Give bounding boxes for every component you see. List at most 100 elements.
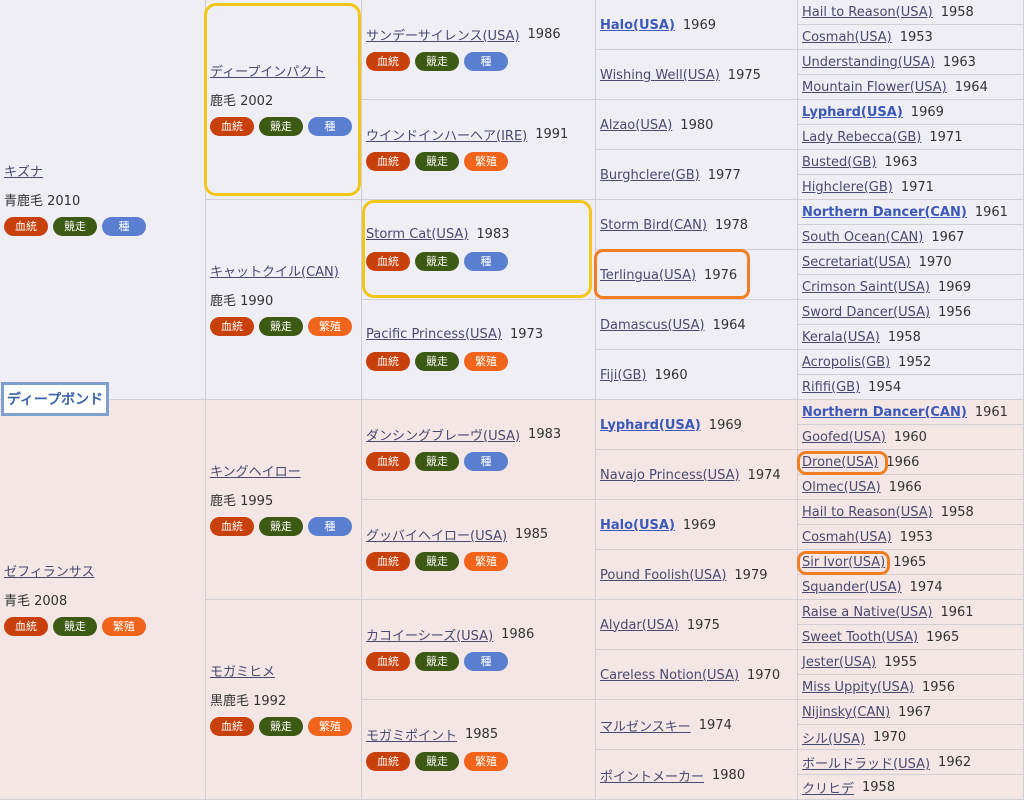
- horse-name-link[interactable]: Sword Dancer(USA): [802, 305, 930, 320]
- race-badge[interactable]: 競走: [53, 616, 97, 636]
- info-row: 青鹿毛 2010: [0, 188, 205, 210]
- horse-name-link[interactable]: Lady Rebecca(GB): [802, 130, 921, 145]
- horse-name-link[interactable]: Squander(USA): [802, 580, 902, 595]
- blood-badge[interactable]: 血統: [366, 151, 410, 171]
- horse-name-link[interactable]: Highclere(GB): [802, 180, 893, 195]
- horse-name-link[interactable]: Halo(USA): [600, 518, 675, 533]
- horse-name-link[interactable]: ゼフィランサス: [4, 561, 94, 580]
- horse-name-link[interactable]: Alydar(USA): [600, 618, 679, 633]
- horse-name-link[interactable]: Lyphard(USA): [802, 105, 903, 120]
- horse-name-link[interactable]: South Ocean(CAN): [802, 230, 923, 245]
- blood-badge[interactable]: 血統: [210, 516, 254, 536]
- horse-name-link[interactable]: Busted(GB): [802, 155, 876, 170]
- horse-name-link[interactable]: ウインドインハーヘア(IRE): [366, 125, 527, 144]
- horse-name-link[interactable]: Halo(USA): [600, 18, 675, 33]
- horse-name-link[interactable]: Wishing Well(USA): [600, 68, 720, 83]
- horse-name-link[interactable]: モガミヒメ: [210, 661, 275, 680]
- breed-badge[interactable]: 繁殖: [102, 616, 146, 636]
- horse-name-link[interactable]: キズナ: [4, 161, 43, 180]
- horse-name-link[interactable]: カコイーシーズ(USA): [366, 625, 493, 644]
- horse-name-link[interactable]: クリヒデ: [802, 778, 854, 797]
- horse-name-link[interactable]: Lyphard(USA): [600, 418, 701, 433]
- race-badge[interactable]: 競走: [415, 751, 459, 771]
- highlight-box-orange: [594, 249, 750, 299]
- blood-badge[interactable]: 血統: [210, 716, 254, 736]
- blood-badge[interactable]: 血統: [4, 616, 48, 636]
- blood-badge[interactable]: 血統: [210, 316, 254, 336]
- seed-badge[interactable]: 種: [308, 516, 352, 536]
- horse-name-link[interactable]: Storm Bird(CAN): [600, 218, 707, 233]
- gen5-cell: Mountain Flower(USA) 1964: [798, 75, 1024, 100]
- horse-name-link[interactable]: Olmec(USA): [802, 480, 881, 495]
- horse-name-link[interactable]: ダンシングブレーヴ(USA): [366, 425, 520, 444]
- horse-name-link[interactable]: Pacific Princess(USA): [366, 327, 502, 342]
- horse-name-link[interactable]: Nijinsky(CAN): [802, 705, 890, 720]
- horse-name-link[interactable]: Understanding(USA): [802, 55, 935, 70]
- blood-badge[interactable]: 血統: [4, 216, 48, 236]
- horse-name-link[interactable]: Careless Notion(USA): [600, 668, 739, 683]
- horse-name-link[interactable]: Hail to Reason(USA): [802, 505, 933, 520]
- blood-badge[interactable]: 血統: [366, 351, 410, 371]
- horse-name-link[interactable]: キャットクイル(CAN): [210, 261, 339, 280]
- breed-badge[interactable]: 繁殖: [308, 316, 352, 336]
- highlight-box-yellow: [204, 3, 361, 196]
- horse-name-link[interactable]: Miss Uppity(USA): [802, 680, 914, 695]
- horse-name-link[interactable]: グッバイヘイロー(USA): [366, 525, 507, 544]
- horse-name-link[interactable]: キングヘイロー: [210, 461, 301, 480]
- seed-badge[interactable]: 種: [102, 216, 146, 236]
- blood-badge[interactable]: 血統: [366, 651, 410, 671]
- seed-badge[interactable]: 種: [464, 451, 508, 471]
- race-badge[interactable]: 競走: [415, 51, 459, 71]
- breed-badge[interactable]: 繁殖: [464, 751, 508, 771]
- race-badge[interactable]: 競走: [415, 551, 459, 571]
- horse-name-link[interactable]: Secretariat(USA): [802, 255, 911, 270]
- horse-name-link[interactable]: Hail to Reason(USA): [802, 5, 933, 20]
- horse-name-link[interactable]: Raise a Native(USA): [802, 605, 932, 620]
- blood-badge[interactable]: 血統: [366, 51, 410, 71]
- horse-name-link[interactable]: シル(USA): [802, 728, 865, 747]
- race-badge[interactable]: 競走: [415, 351, 459, 371]
- race-badge[interactable]: 競走: [415, 651, 459, 671]
- horse-name-link[interactable]: ポイントメーカー: [600, 766, 704, 785]
- horse-name-link[interactable]: Alzao(USA): [600, 118, 672, 133]
- horse-name-link[interactable]: Navajo Princess(USA): [600, 468, 740, 483]
- horse-name-link[interactable]: Northern Dancer(CAN): [802, 405, 967, 420]
- horse-name-link[interactable]: モガミポイント: [366, 725, 457, 744]
- horse-name-link[interactable]: Pound Foolish(USA): [600, 568, 726, 583]
- name-row: Secretariat(USA) 1970: [798, 250, 1023, 275]
- horse-name-link[interactable]: Kerala(USA): [802, 330, 880, 345]
- horse-name-link[interactable]: Jester(USA): [802, 655, 876, 670]
- race-badge[interactable]: 競走: [415, 451, 459, 471]
- badge-group: 血統 競走 繁殖: [366, 151, 513, 171]
- breed-badge[interactable]: 繁殖: [464, 351, 508, 371]
- gen5-cell: ボールドラッド(USA) 1962: [798, 750, 1024, 775]
- race-badge[interactable]: 競走: [53, 216, 97, 236]
- horse-name-link[interactable]: Acropolis(GB): [802, 355, 890, 370]
- horse-name-link[interactable]: マルゼンスキー: [600, 716, 691, 735]
- horse-name-link[interactable]: Damascus(USA): [600, 318, 705, 333]
- breed-badge[interactable]: 繁殖: [308, 716, 352, 736]
- seed-badge[interactable]: 種: [464, 51, 508, 71]
- blood-badge[interactable]: 血統: [366, 451, 410, 471]
- horse-name-link[interactable]: Crimson Saint(USA): [802, 280, 930, 295]
- horse-name-link[interactable]: Cosmah(USA): [802, 30, 892, 45]
- horse-name-link[interactable]: Rififi(GB): [802, 380, 860, 395]
- blood-badge[interactable]: 血統: [366, 551, 410, 571]
- race-badge[interactable]: 競走: [259, 316, 303, 336]
- breed-badge[interactable]: 繁殖: [464, 151, 508, 171]
- horse-name-link[interactable]: Cosmah(USA): [802, 530, 892, 545]
- horse-name-link[interactable]: Northern Dancer(CAN): [802, 205, 967, 220]
- seed-badge[interactable]: 種: [464, 651, 508, 671]
- race-badge[interactable]: 競走: [259, 716, 303, 736]
- horse-name-link[interactable]: Mountain Flower(USA): [802, 80, 947, 95]
- race-badge[interactable]: 競走: [259, 516, 303, 536]
- race-badge[interactable]: 競走: [415, 151, 459, 171]
- horse-name-link[interactable]: サンデーサイレンス(USA): [366, 25, 520, 44]
- blood-badge[interactable]: 血統: [366, 751, 410, 771]
- horse-name-link[interactable]: Fiji(GB): [600, 368, 647, 383]
- horse-name-link[interactable]: Burghclere(GB): [600, 168, 700, 183]
- breed-badge[interactable]: 繁殖: [464, 551, 508, 571]
- horse-name-link[interactable]: ボールドラッド(USA): [802, 753, 930, 772]
- horse-name-link[interactable]: Goofed(USA): [802, 430, 886, 445]
- horse-name-link[interactable]: Sweet Tooth(USA): [802, 630, 918, 645]
